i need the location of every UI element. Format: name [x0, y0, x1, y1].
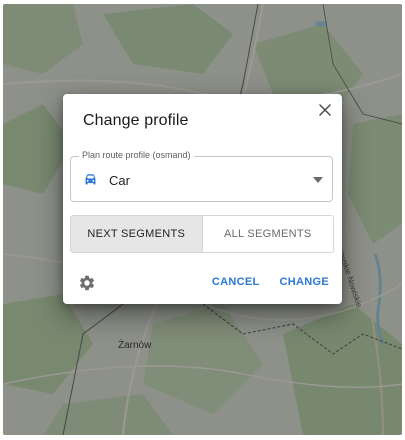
- car-icon: [85, 174, 96, 185]
- close-button[interactable]: [316, 101, 334, 119]
- dialog-actions: CANCEL CHANGE: [212, 276, 329, 288]
- cancel-button[interactable]: CANCEL: [212, 276, 260, 288]
- map-place-label: Żarnów: [118, 340, 152, 351]
- dialog-title: Change profile: [83, 112, 189, 129]
- profile-select-label: Plan route profile (osmand): [79, 150, 194, 160]
- change-button[interactable]: CHANGE: [280, 276, 329, 288]
- gear-icon[interactable]: [78, 274, 96, 292]
- close-icon: [319, 104, 331, 116]
- next-segments-option[interactable]: NEXT SEGMENTS: [71, 216, 203, 252]
- change-profile-dialog: Change profile Plan route profile (osman…: [63, 94, 342, 304]
- chevron-down-icon: [313, 177, 323, 183]
- profile-select[interactable]: Plan route profile (osmand) Car: [70, 150, 333, 202]
- segment-scope-toggle: NEXT SEGMENTS ALL SEGMENTS: [70, 215, 334, 253]
- all-segments-option[interactable]: ALL SEGMENTS: [202, 216, 333, 252]
- profile-select-value: Car: [109, 173, 130, 188]
